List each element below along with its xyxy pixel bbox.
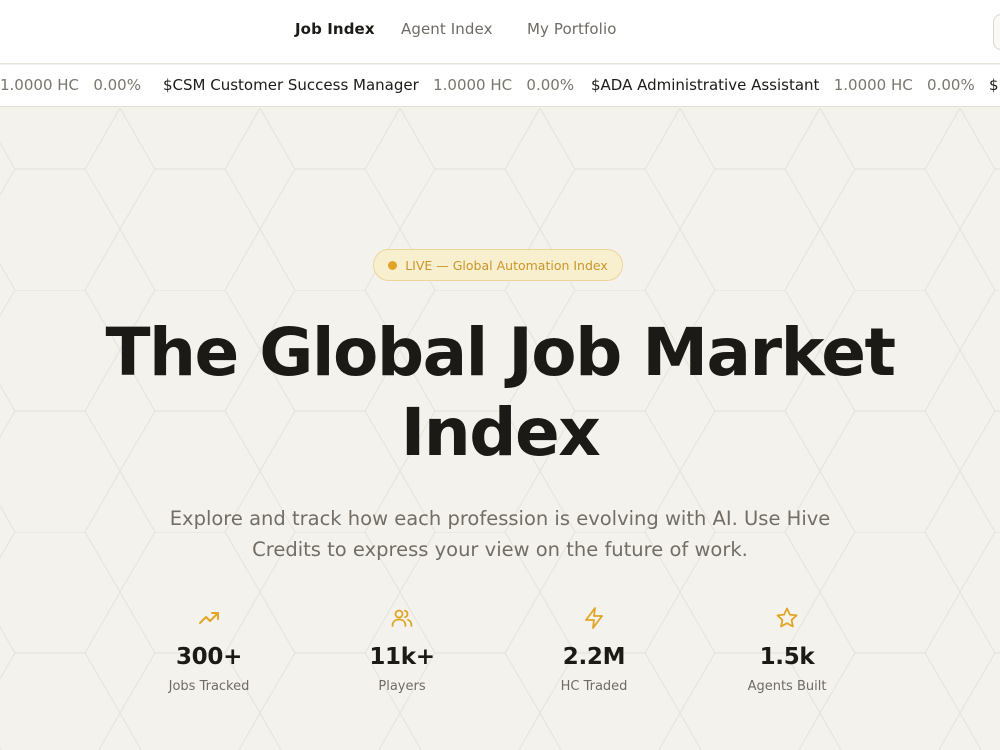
nav-action-button[interactable] <box>993 14 1000 50</box>
stat-jobs-tracked: 300+ Jobs Tracked <box>119 606 299 694</box>
page-title: The Global Job Market Index <box>40 313 960 473</box>
ticker-item[interactable]: 1.0000 HC 0.00% <box>0 76 141 94</box>
star-icon <box>776 607 798 628</box>
ticker-symbol: $CSM Customer Success Manager <box>163 76 419 94</box>
stat-hc-traded: 2.2M HC Traded <box>504 606 684 694</box>
lightning-icon <box>585 607 603 629</box>
ticker-value: 1.0000 HC <box>0 76 80 94</box>
trending-up-icon <box>199 612 219 624</box>
ticker-item[interactable]: $ <box>989 76 999 94</box>
stat-label: Agents Built <box>747 679 827 694</box>
stat-label: Players <box>378 679 426 694</box>
stat-value: 300+ <box>175 644 243 670</box>
subtitle-line: Explore and track how each profession is… <box>169 507 831 530</box>
users-icon <box>391 609 413 627</box>
stat-label: Jobs Tracked <box>168 679 250 694</box>
ticker-item[interactable]: $CSM Customer Success Manager 1.0000 HC … <box>163 76 574 94</box>
top-navigation: Job Index Agent Index My Portfolio <box>0 0 1000 64</box>
stat-label: HC Traded <box>560 679 628 694</box>
page-subtitle: Explore and track how each profession is… <box>120 503 880 565</box>
title-line: Index <box>400 394 601 471</box>
subtitle-line: Credits to express your view on the futu… <box>252 538 748 561</box>
stats-row: 300+ Jobs Tracked 11k+ Players 2.2M HC T… <box>0 606 1000 706</box>
stat-agents-built: 1.5k Agents Built <box>697 606 877 694</box>
live-indicator-dot <box>388 260 398 270</box>
live-badge-label: LIVE — Global Automation Index <box>405 257 608 273</box>
live-badge: LIVE — Global Automation Index <box>373 249 623 281</box>
ticker-value: 1.0000 HC <box>833 76 913 94</box>
stat-players: 11k+ Players <box>312 606 492 694</box>
ticker-change: 0.00% <box>93 76 141 94</box>
ticker-change: 0.00% <box>927 76 975 94</box>
ticker-value: 1.0000 HC <box>433 76 513 94</box>
hero-section: LIVE — Global Automation Index The Globa… <box>0 108 1000 750</box>
ticker-change: 0.00% <box>526 76 575 94</box>
ticker-symbol: $ <box>989 76 999 94</box>
stat-value: 11k+ <box>369 644 435 670</box>
price-ticker: 1.0000 HC 0.00% $CSM Customer Success Ma… <box>0 65 1000 107</box>
tab-my-portfolio[interactable]: My Portfolio <box>527 20 617 38</box>
ticker-item[interactable]: $ADA Administrative Assistant 1.0000 HC … <box>591 76 975 94</box>
tab-job-index[interactable]: Job Index <box>295 20 375 38</box>
stat-value: 1.5k <box>759 644 815 670</box>
tab-agent-index[interactable]: Agent Index <box>401 20 493 38</box>
ticker-symbol: $ADA Administrative Assistant <box>591 76 820 94</box>
title-line: The Global Job Market <box>105 314 896 391</box>
stat-value: 2.2M <box>562 644 626 670</box>
nav-tabs: Job Index Agent Index My Portfolio <box>0 0 1000 64</box>
